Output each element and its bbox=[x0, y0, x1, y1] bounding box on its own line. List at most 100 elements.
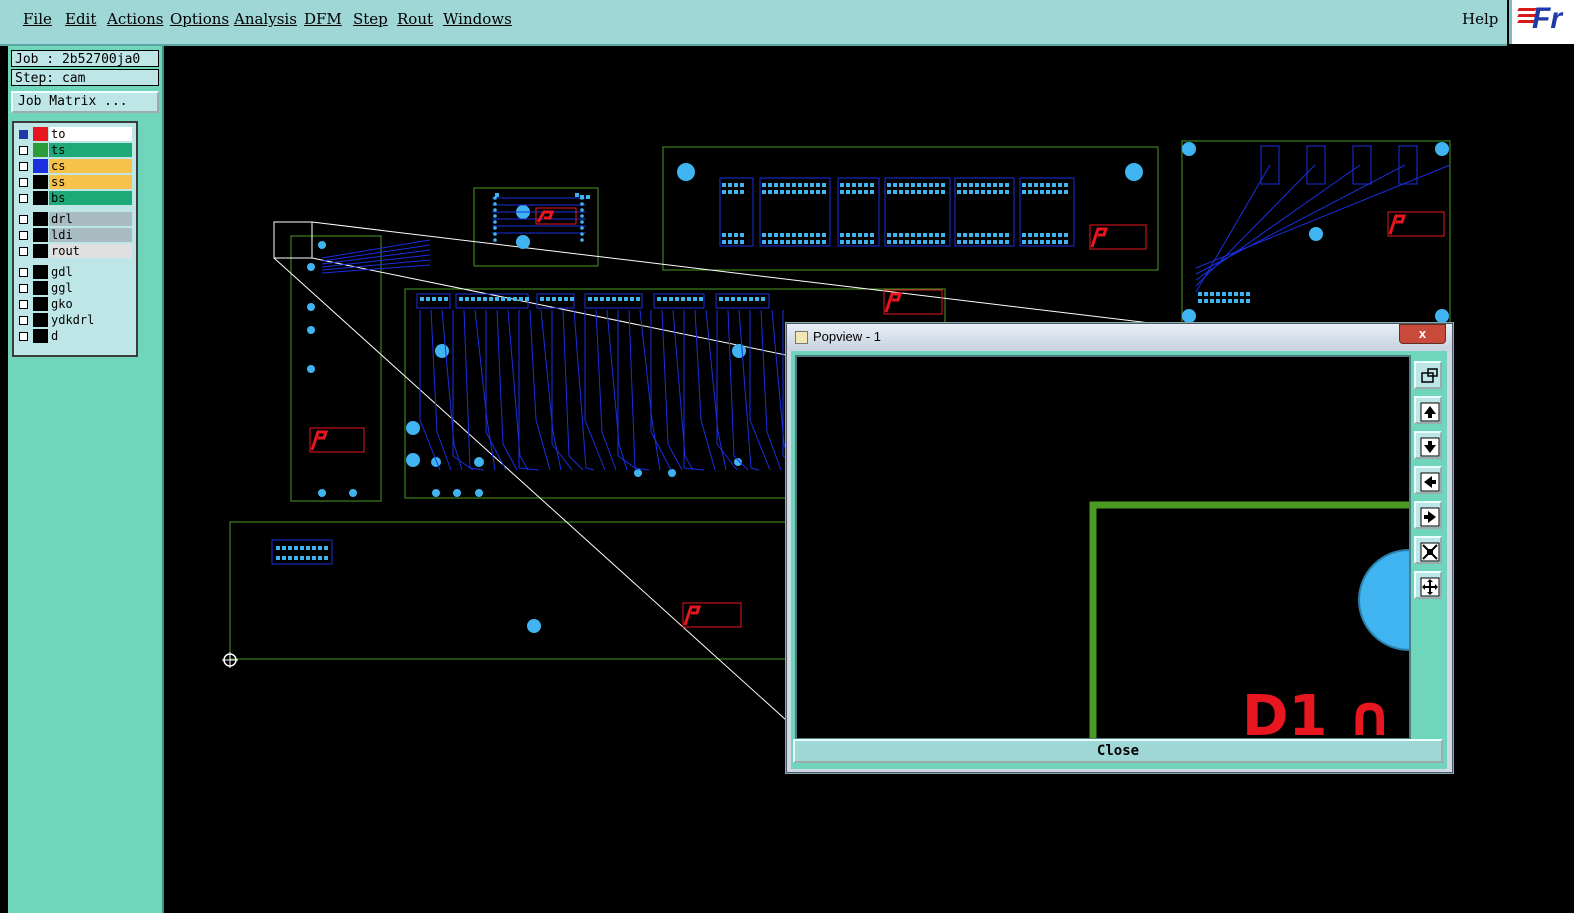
layer-checkbox[interactable] bbox=[19, 316, 28, 325]
smd-pad bbox=[911, 190, 915, 194]
layer-name[interactable]: drl bbox=[49, 212, 132, 226]
layer-name[interactable]: to bbox=[49, 127, 132, 141]
pan-down-icon bbox=[1420, 437, 1440, 457]
popview-toolbar bbox=[1412, 355, 1444, 736]
smd-pad bbox=[1052, 233, 1056, 237]
layer-name[interactable]: d bbox=[49, 329, 132, 343]
pad bbox=[493, 232, 497, 236]
layer-color-swatch[interactable] bbox=[33, 297, 48, 311]
layer-row-gko[interactable]: gko bbox=[16, 297, 132, 311]
layer-checkbox[interactable] bbox=[19, 284, 28, 293]
layer-name[interactable]: gdl bbox=[49, 265, 132, 279]
menu-rout[interactable]: Rout bbox=[397, 10, 433, 28]
menu-windows[interactable]: Windows bbox=[443, 10, 512, 28]
layer-name[interactable]: ss bbox=[49, 175, 132, 189]
job-matrix-button[interactable]: Job Matrix ... bbox=[11, 91, 159, 113]
silk-logo bbox=[1388, 214, 1407, 235]
layer-row-ts[interactable]: ts bbox=[16, 143, 132, 157]
layer-color-swatch[interactable] bbox=[33, 265, 48, 279]
smd-pad bbox=[792, 233, 796, 237]
pan-right-button[interactable] bbox=[1414, 501, 1442, 529]
smd-pad bbox=[923, 233, 927, 237]
smd-pad bbox=[846, 233, 850, 237]
zoom-out-button[interactable] bbox=[1414, 571, 1442, 599]
layer-name[interactable]: bs bbox=[49, 191, 132, 205]
pan-down-button[interactable] bbox=[1414, 431, 1442, 459]
smd-pad bbox=[899, 183, 903, 187]
trace bbox=[601, 431, 617, 471]
layer-checkbox[interactable] bbox=[19, 215, 28, 224]
silk-logo bbox=[1090, 227, 1109, 248]
layer-checkbox[interactable] bbox=[19, 130, 28, 139]
layer-checkbox[interactable] bbox=[19, 247, 28, 256]
smd-pad bbox=[905, 233, 909, 237]
layer-color-swatch[interactable] bbox=[33, 212, 48, 226]
menu-options[interactable]: Options bbox=[170, 10, 229, 28]
smd-pad bbox=[438, 297, 442, 301]
trace bbox=[1195, 164, 1271, 293]
layer-color-swatch[interactable] bbox=[33, 244, 48, 258]
layer-name[interactable]: cs bbox=[49, 159, 132, 173]
smd-pad bbox=[893, 240, 897, 244]
menu-help[interactable]: Help bbox=[1462, 10, 1498, 28]
layer-row-bs[interactable]: bs bbox=[16, 191, 132, 205]
smd-pad bbox=[1022, 190, 1026, 194]
pan-up-button[interactable] bbox=[1414, 396, 1442, 424]
smd-pad bbox=[1204, 292, 1208, 296]
layer-row-ggl[interactable]: ggl bbox=[16, 281, 132, 295]
layer-color-swatch[interactable] bbox=[33, 175, 48, 189]
menu-file[interactable]: File bbox=[23, 10, 52, 28]
menu-actions[interactable]: Actions bbox=[107, 10, 163, 28]
pan-left-button[interactable] bbox=[1414, 466, 1442, 494]
layer-color-swatch[interactable] bbox=[33, 191, 48, 205]
layer-checkbox[interactable] bbox=[19, 300, 28, 309]
layer-color-swatch[interactable] bbox=[33, 127, 48, 141]
smd-pad bbox=[575, 193, 579, 197]
zoom-window-button[interactable] bbox=[1414, 361, 1442, 389]
layer-checkbox[interactable] bbox=[19, 178, 28, 187]
layer-name[interactable]: ggl bbox=[49, 281, 132, 295]
layer-name[interactable]: ldi bbox=[49, 228, 132, 242]
layer-row-cs[interactable]: cs bbox=[16, 159, 132, 173]
layer-row-to[interactable]: to bbox=[16, 127, 132, 141]
layer-color-swatch[interactable] bbox=[33, 281, 48, 295]
layer-row-drl[interactable]: drl bbox=[16, 212, 132, 226]
menu-analysis[interactable]: Analysis bbox=[234, 10, 297, 28]
smd-pad bbox=[993, 233, 997, 237]
layer-checkbox[interactable] bbox=[19, 268, 28, 277]
menu-dfm[interactable]: DFM bbox=[304, 10, 342, 28]
close-icon[interactable]: x bbox=[1399, 324, 1446, 344]
layer-checkbox[interactable] bbox=[19, 231, 28, 240]
layer-checkbox[interactable] bbox=[19, 146, 28, 155]
layer-name[interactable]: rout bbox=[49, 244, 132, 258]
layer-checkbox[interactable] bbox=[19, 332, 28, 341]
smd-pad bbox=[675, 297, 679, 301]
zoom-in-button[interactable] bbox=[1414, 536, 1442, 564]
layer-row-d[interactable]: d bbox=[16, 329, 132, 343]
layer-color-swatch[interactable] bbox=[33, 313, 48, 327]
close-button[interactable]: Close bbox=[793, 739, 1443, 763]
layer-checkbox[interactable] bbox=[19, 194, 28, 203]
layer-name[interactable]: ydkdrl bbox=[49, 313, 132, 327]
smd-pad bbox=[810, 233, 814, 237]
popview-titlebar[interactable]: Popview - 1 bbox=[787, 324, 1452, 350]
layer-color-swatch[interactable] bbox=[33, 228, 48, 242]
layer-color-swatch[interactable] bbox=[33, 159, 48, 173]
menu-step[interactable]: Step bbox=[353, 10, 388, 28]
layer-row-rout[interactable]: rout bbox=[16, 244, 132, 258]
layer-row-ss[interactable]: ss bbox=[16, 175, 132, 189]
layer-name[interactable]: ts bbox=[49, 143, 132, 157]
layer-row-gdl[interactable]: gdl bbox=[16, 265, 132, 279]
smd-pad bbox=[893, 233, 897, 237]
layer-color-swatch[interactable] bbox=[33, 143, 48, 157]
layer-name[interactable]: gko bbox=[49, 297, 132, 311]
layer-checkbox[interactable] bbox=[19, 162, 28, 171]
layer-color-swatch[interactable] bbox=[33, 329, 48, 343]
menu-edit[interactable]: Edit bbox=[65, 10, 96, 28]
layer-row-ldi[interactable]: ldi bbox=[16, 228, 132, 242]
trace bbox=[535, 419, 551, 471]
layer-row-ydkdrl[interactable]: ydkdrl bbox=[16, 313, 132, 327]
smd-pad bbox=[612, 297, 616, 301]
popview-canvas[interactable]: D1 ∩ bbox=[795, 355, 1411, 740]
smd-pad bbox=[1246, 292, 1250, 296]
